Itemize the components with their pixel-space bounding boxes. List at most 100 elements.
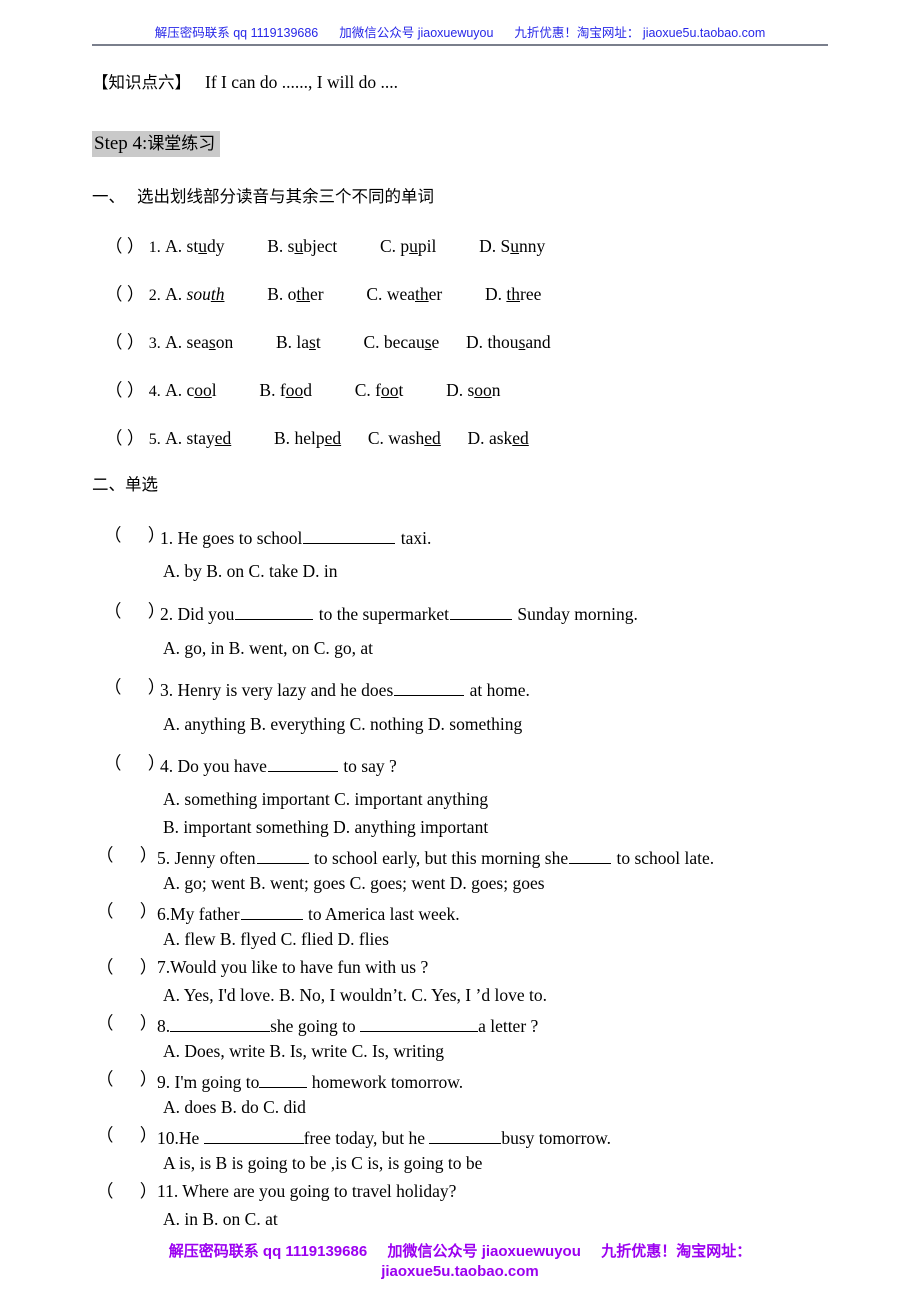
question-number: 1. <box>148 239 161 256</box>
question-3-options[interactable]: A. anything B. everything C. nothing D. … <box>163 715 522 734</box>
question-number: 2. <box>160 604 174 625</box>
question-2-stem: 2. Did you to the supermarket Sunday mor… <box>160 604 638 625</box>
option-d[interactable]: D. Sunny <box>479 237 545 256</box>
section-two-number: 二、 <box>92 475 125 494</box>
footer-qq: 解压密码联系 qq 1119139686 <box>168 1243 368 1260</box>
phonetics-row-1: （ ） 1. A. study B. subject C. pupil D. S… <box>105 236 545 256</box>
question-6-options[interactable]: A. flew B. flyed C. flied D. flies <box>163 930 389 949</box>
footer-line-1: 解压密码联系 qq 1119139686 加微信公众号 jiaoxuewuyou… <box>0 1242 920 1262</box>
answer-bracket-q2[interactable]: （ ） <box>104 602 165 621</box>
question-number: 6. <box>157 904 171 925</box>
section-one-number: 一、 <box>92 187 125 206</box>
answer-bracket-q10[interactable]: （ ） <box>96 1126 157 1145</box>
option-c[interactable]: C. foot <box>355 381 404 400</box>
option-d[interactable]: D. asked <box>468 429 529 448</box>
option-a[interactable]: A. study <box>165 237 224 256</box>
question-5-options[interactable]: A. go; went B. went; goes C. goes; went … <box>163 874 545 893</box>
page-header: 解压密码联系 qq 1119139686 加微信公众号 jiaoxuewuyou… <box>0 0 920 52</box>
question-number: 7. <box>157 957 171 977</box>
section-one-title: 选出划线部分读音与其余三个不同的单词 <box>137 187 434 206</box>
question-number: 10. <box>157 1128 179 1149</box>
question-number: 3. <box>160 680 174 701</box>
phonetics-row-4: （ ） 4. A. cool B. food C. foot D. soon <box>105 380 501 400</box>
answer-bracket-q9[interactable]: （ ） <box>96 1070 157 1089</box>
header-divider <box>92 44 828 46</box>
question-10-options[interactable]: A is, is B is going to be ,is C is, is g… <box>163 1154 482 1173</box>
answer-bracket[interactable]: （ ） <box>105 236 144 256</box>
option-b[interactable]: B. subject <box>267 237 337 256</box>
step-heading: Step 4:课堂练习 <box>92 131 221 157</box>
question-number: 2. <box>148 287 161 304</box>
option-a[interactable]: A. cool <box>165 381 217 400</box>
header-promo-wechat: 加微信公众号 jiaoxuewuyou <box>339 26 494 40</box>
question-7-options[interactable]: A. Yes, I'd love. B. No, I wouldn’t. C. … <box>163 986 547 1005</box>
question-4-options-line2[interactable]: B. important something D. anything impor… <box>163 818 488 837</box>
option-d[interactable]: D. soon <box>446 381 500 400</box>
question-2-options[interactable]: A. go, in B. went, on C. go, at <box>163 639 373 658</box>
question-6-stem: 6.My father to America last week. <box>157 904 460 925</box>
answer-bracket-q1[interactable]: （ ） <box>104 526 165 545</box>
phonetics-row-3: （ ） 3. A. season B. last C. because D. t… <box>105 332 551 352</box>
option-b[interactable]: B. last <box>276 333 321 352</box>
question-7-stem: 7.Would you like to have fun with us ? <box>157 957 429 977</box>
phonetics-row-5: （ ） 5. A. stayed B. helped C. washed D. … <box>105 428 529 448</box>
footer-discount: 九折优惠！淘宝网址： <box>601 1243 752 1260</box>
option-b[interactable]: B. food <box>259 381 312 400</box>
answer-bracket-q4[interactable]: （ ） <box>104 754 165 773</box>
answer-bracket-q11[interactable]: （ ） <box>96 1182 157 1201</box>
answer-bracket-q5[interactable]: （ ） <box>96 846 157 865</box>
question-3-stem: 3. Henry is very lazy and he does at hom… <box>160 680 530 701</box>
option-d[interactable]: D. three <box>485 285 541 304</box>
option-d[interactable]: D. thousand <box>466 333 551 352</box>
question-4-options-line1[interactable]: A. something important C. important anyt… <box>163 790 488 809</box>
answer-bracket-q3[interactable]: （ ） <box>104 678 165 697</box>
question-number: 4. <box>160 756 174 777</box>
question-1-options[interactable]: A. by B. on C. take D. in <box>163 562 338 581</box>
question-number: 5. <box>157 848 171 869</box>
knowledge-point-tag: 【知识点六】 <box>92 73 191 92</box>
option-b[interactable]: B. other <box>267 285 323 304</box>
question-11-options[interactable]: A. in B. on C. at <box>163 1210 278 1229</box>
header-promo-qq: 解压密码联系 qq 1119139686 <box>154 26 319 40</box>
phonetics-row-2: （ ） 2. A. south B. other C. weather D. t… <box>105 284 541 304</box>
option-a[interactable]: A. season <box>165 333 233 352</box>
question-8-stem: 8. she going to a letter ? <box>157 1016 539 1037</box>
question-number: 5. <box>148 431 161 448</box>
question-4-stem: 4. Do you have to say ? <box>160 756 397 777</box>
question-number: 4. <box>148 383 161 400</box>
option-a[interactable]: A. south <box>165 285 224 304</box>
answer-bracket[interactable]: （ ） <box>105 284 144 304</box>
header-promo-url: jiaoxue5u.taobao.com <box>642 26 766 40</box>
step-heading-en: Step 4: <box>94 133 148 154</box>
section-one-heading: 一、 选出划线部分读音与其余三个不同的单词 <box>92 187 434 206</box>
question-number: 8. <box>157 1016 171 1037</box>
answer-bracket[interactable]: （ ） <box>105 332 144 352</box>
option-b[interactable]: B. helped <box>274 429 341 448</box>
step-heading-cn: 课堂练习 <box>147 134 216 154</box>
question-number: 3. <box>148 335 161 352</box>
question-5-stem: 5. Jenny often to school early, but this… <box>157 848 715 869</box>
question-number: 1. <box>160 528 174 549</box>
question-number: 11. <box>157 1181 179 1201</box>
answer-bracket[interactable]: （ ） <box>105 380 144 400</box>
answer-bracket-q6[interactable]: （ ） <box>96 902 157 921</box>
answer-bracket[interactable]: （ ） <box>105 428 144 448</box>
footer-wechat: 加微信公众号 jiaoxuewuyou <box>387 1243 581 1260</box>
answer-bracket-q7[interactable]: （ ） <box>96 958 157 977</box>
header-promo-text: 解压密码联系 qq 1119139686 加微信公众号 jiaoxuewuyou… <box>0 22 920 41</box>
option-c[interactable]: C. because <box>363 333 439 352</box>
question-1-stem: 1. He goes to school taxi. <box>160 528 432 549</box>
option-c[interactable]: C. pupil <box>380 237 436 256</box>
option-c[interactable]: C. washed <box>368 429 441 448</box>
option-c[interactable]: C. weather <box>366 285 442 304</box>
page-footer: 解压密码联系 qq 1119139686 加微信公众号 jiaoxuewuyou… <box>0 1242 920 1283</box>
question-8-options[interactable]: A. Does, write B. Is, write C. Is, writi… <box>163 1042 444 1061</box>
knowledge-point-line: 【知识点六】 If I can do ......, I will do .... <box>92 72 398 92</box>
question-number: 9. <box>157 1072 171 1093</box>
header-promo-discount: 九折优惠！淘宝网址： <box>514 26 640 40</box>
question-9-options[interactable]: A. does B. do C. did <box>163 1098 306 1117</box>
answer-bracket-q8[interactable]: （ ） <box>96 1014 157 1033</box>
knowledge-point-text: If I can do ......, I will do .... <box>205 72 398 92</box>
option-a[interactable]: A. stayed <box>165 429 231 448</box>
question-10-stem: 10.He free today, but he busy tomorrow. <box>157 1128 612 1149</box>
